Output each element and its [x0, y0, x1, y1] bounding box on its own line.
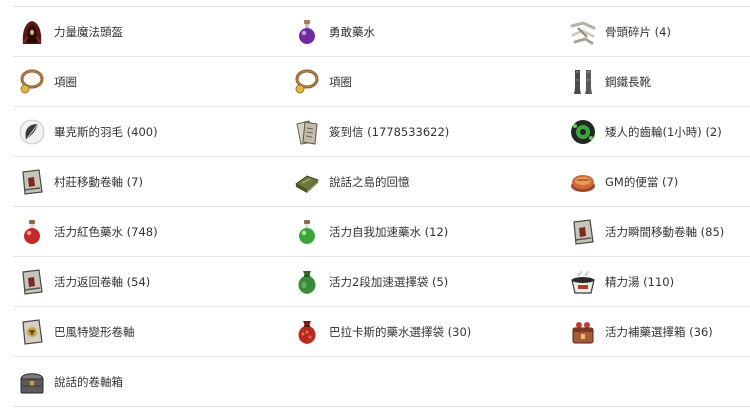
necklace-icon	[295, 69, 319, 93]
list-item[interactable]: 巴風特變形卷軸	[18, 307, 135, 356]
list-item[interactable]: 精力湯 (110)	[569, 257, 674, 306]
list-item[interactable]: 項圈	[18, 57, 77, 106]
list-item[interactable]: GM的便當 (7)	[569, 157, 678, 206]
bone-fragments-icon	[570, 20, 596, 44]
memory-book-icon	[295, 174, 319, 193]
item-label: 活力自我加速藥水 (12)	[329, 224, 449, 239]
item-label: GM的便當 (7)	[605, 174, 679, 189]
scroll-icon	[573, 218, 594, 245]
soup-bowl-icon	[571, 270, 595, 294]
list-item[interactable]: 巴拉卡斯的藥水選擇袋 (30)	[293, 307, 471, 356]
item-row: 巴風特變形卷軸 巴拉卡斯的藥水選擇袋 (30) 活力補藥選擇箱 (36)	[13, 307, 750, 357]
steel-boots-icon	[574, 69, 592, 94]
list-item[interactable]: 簽到信 (1778533622)	[293, 107, 449, 156]
red-bag-icon	[298, 320, 316, 344]
item-row: 活力返回卷軸 (54) 活力2段加速選擇袋 (5) 精力湯 (110)	[13, 257, 750, 307]
necklace-icon	[20, 69, 44, 93]
list-item[interactable]: 活力紅色藥水 (748)	[18, 207, 158, 256]
item-label: 說話之島的回憶	[329, 174, 410, 189]
item-row: 說話的卷軸箱	[13, 357, 750, 407]
potion-box-icon	[572, 321, 594, 343]
item-row: 項圈 項圈 鋼鐵長靴	[13, 57, 750, 107]
item-label: 村莊移動卷軸 (7)	[54, 174, 143, 189]
purple-potion-icon	[299, 19, 315, 44]
scroll-icon	[22, 168, 43, 195]
item-label: 巴拉卡斯的藥水選擇袋 (30)	[329, 324, 472, 339]
item-label: 簽到信 (1778533622)	[329, 124, 450, 139]
transform-scroll-icon	[22, 318, 43, 345]
list-item[interactable]: 村莊移動卷軸 (7)	[18, 157, 143, 206]
list-item[interactable]: 說話之島的回憶	[293, 157, 410, 206]
item-label: 項圈	[329, 74, 352, 89]
item-label: 巴風特變形卷軸	[54, 324, 135, 339]
list-item[interactable]: 鋼鐵長靴	[569, 57, 651, 106]
item-row: 力量魔法頭盔 勇敢藥水 骨頭碎片 (4)	[13, 7, 750, 57]
list-item[interactable]: 力量魔法頭盔	[18, 7, 123, 56]
green-potion-icon	[299, 219, 315, 244]
item-label: 精力湯 (110)	[605, 274, 675, 289]
item-label: 活力2段加速選擇袋 (5)	[329, 274, 449, 289]
list-item[interactable]: 活力自我加速藥水 (12)	[293, 207, 448, 256]
item-label: 活力瞬間移動卷軸 (85)	[605, 224, 725, 239]
item-label: 勇敢藥水	[329, 24, 375, 39]
item-label: 力量魔法頭盔	[54, 24, 123, 39]
lunchbox-icon	[571, 174, 595, 192]
red-potion-icon	[24, 219, 40, 244]
green-bag-icon	[298, 270, 316, 294]
scroll-icon	[22, 268, 43, 295]
item-label: 項圈	[54, 74, 77, 89]
list-item[interactable]: 說話的卷軸箱	[18, 357, 123, 406]
item-label: 活力返回卷軸 (54)	[54, 274, 151, 289]
item-label: 骨頭碎片 (4)	[605, 24, 671, 39]
list-item[interactable]: 活力補藥選擇箱 (36)	[569, 307, 713, 356]
item-label: 畢克斯的羽毛 (400)	[54, 124, 158, 139]
item-label: 說話的卷軸箱	[54, 374, 123, 389]
list-item[interactable]: 活力返回卷軸 (54)	[18, 257, 150, 306]
chest-icon	[20, 372, 44, 393]
feather-icon	[19, 119, 45, 144]
hood-helmet-icon	[22, 20, 42, 44]
item-label: 活力紅色藥水 (748)	[54, 224, 158, 239]
item-label: 鋼鐵長靴	[605, 74, 651, 89]
item-list: 力量魔法頭盔 勇敢藥水 骨頭碎片 (4) 項圈 項圈 鋼鐵長靴 畢克斯的羽毛 (…	[0, 0, 750, 408]
gear-icon	[571, 119, 595, 144]
item-label: 活力補藥選擇箱 (36)	[605, 324, 713, 339]
item-label: 矮人的齒輪(1小時) (2)	[605, 124, 722, 139]
list-item[interactable]: 活力瞬間移動卷軸 (85)	[569, 207, 724, 256]
letter-icon	[296, 119, 318, 145]
list-item[interactable]: 活力2段加速選擇袋 (5)	[293, 257, 448, 306]
item-row: 村莊移動卷軸 (7) 說話之島的回憶 GM的便當 (7)	[13, 157, 750, 207]
list-item[interactable]: 矮人的齒輪(1小時) (2)	[569, 107, 722, 156]
list-item[interactable]: 骨頭碎片 (4)	[569, 7, 671, 56]
list-item[interactable]: 畢克斯的羽毛 (400)	[18, 107, 158, 156]
item-row: 活力紅色藥水 (748) 活力自我加速藥水 (12) 活力瞬間移動卷軸 (85)	[13, 207, 750, 257]
list-item[interactable]: 項圈	[293, 57, 352, 106]
list-item[interactable]: 勇敢藥水	[293, 7, 375, 56]
item-row: 畢克斯的羽毛 (400) 簽到信 (1778533622) 矮人的齒輪(1小時)…	[13, 107, 750, 157]
